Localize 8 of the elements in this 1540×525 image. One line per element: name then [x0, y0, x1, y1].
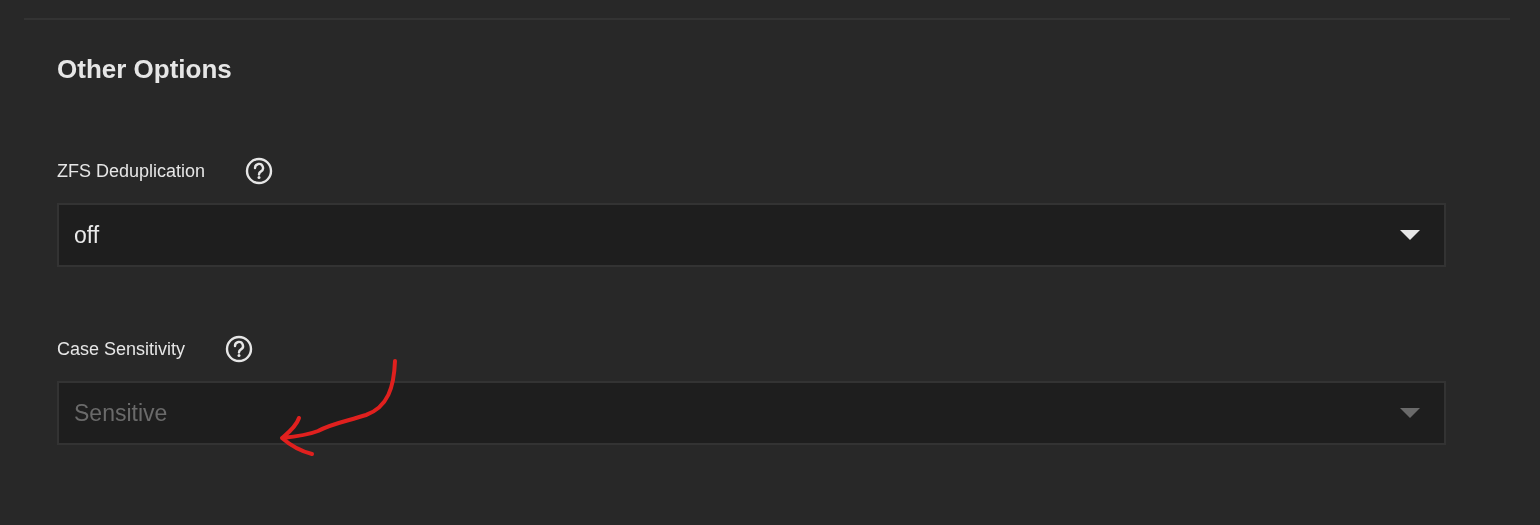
caret-icon	[1400, 230, 1420, 240]
field-label: ZFS Deduplication	[57, 160, 206, 182]
field-label: Case Sensitivity	[57, 338, 186, 360]
select-field[interactable]: off	[57, 203, 1446, 267]
section-title: Other Options	[57, 53, 233, 85]
caret-icon	[1400, 408, 1420, 418]
help-icon[interactable]	[245, 157, 274, 185]
help-icon[interactable]	[225, 335, 254, 363]
